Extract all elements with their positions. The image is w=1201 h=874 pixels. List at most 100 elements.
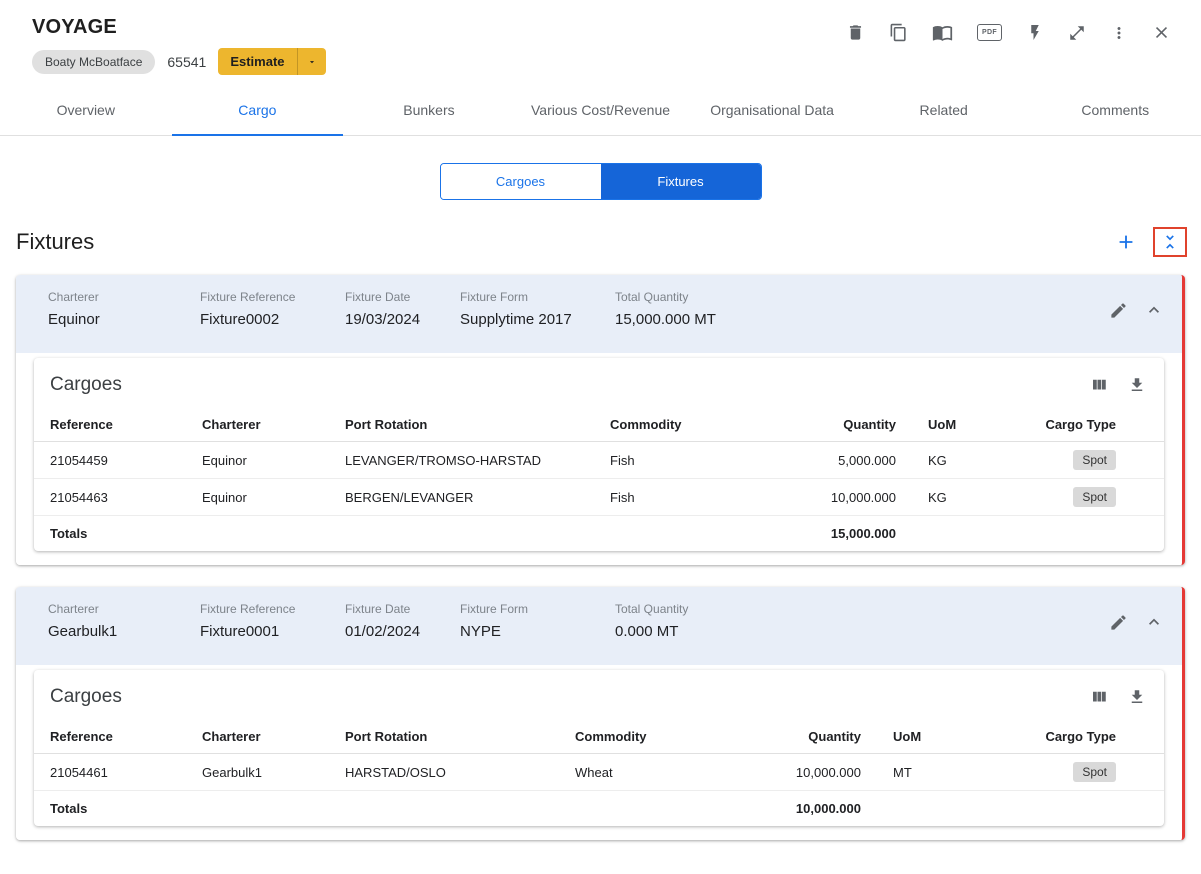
- totals-row: Totals 10,000.000: [34, 790, 1164, 826]
- totals-label: Totals: [34, 790, 186, 826]
- expand-icon[interactable]: [1068, 24, 1086, 42]
- fixture-field-date: Fixture Date 19/03/2024: [345, 290, 460, 328]
- close-icon[interactable]: [1152, 23, 1171, 42]
- total-quantity-value: 15,000.000 MT: [615, 311, 716, 328]
- cell-cargo-type: Spot: [1000, 478, 1164, 516]
- table-header-row: Reference Charterer Port Rotation Commod…: [34, 408, 1164, 442]
- col-commodity: Commodity: [594, 408, 794, 442]
- fixture-2-body: Cargoes Reference Charterer Port Rotatio…: [16, 665, 1182, 840]
- fixture-field-charterer: Charterer Equinor: [48, 290, 200, 328]
- add-fixture-icon[interactable]: [1115, 231, 1137, 253]
- col-commodity: Commodity: [559, 720, 759, 754]
- tab-overview[interactable]: Overview: [0, 87, 172, 135]
- col-port-rotation: Port Rotation: [329, 720, 559, 754]
- bolt-icon[interactable]: [1026, 23, 1044, 42]
- download-icon[interactable]: [1128, 688, 1146, 706]
- cargoes-title: Cargoes: [50, 374, 122, 395]
- fixture-date-value: 01/02/2024: [345, 623, 421, 640]
- cargo-type-badge: Spot: [1073, 450, 1116, 470]
- table-header-row: Reference Charterer Port Rotation Commod…: [34, 720, 1164, 754]
- col-reference: Reference: [34, 408, 186, 442]
- pdf-icon[interactable]: PDF: [977, 24, 1002, 41]
- fixture-form-value: NYPE: [460, 623, 501, 640]
- fixture-2-actions: [1109, 602, 1164, 632]
- table-row[interactable]: 21054459 Equinor LEVANGER/TROMSO-HARSTAD…: [34, 441, 1164, 479]
- totals-label: Totals: [34, 515, 186, 551]
- tab-comments[interactable]: Comments: [1029, 87, 1201, 135]
- cargoes-table-2: Reference Charterer Port Rotation Commod…: [34, 720, 1164, 826]
- delete-icon[interactable]: [846, 23, 865, 42]
- view-toggle: Cargoes Fixtures: [439, 163, 762, 200]
- fixture-1-body: Cargoes Reference Charterer Port Rotatio…: [16, 353, 1182, 565]
- fixture-card-1: Charterer Equinor Fixture Reference Fixt…: [16, 275, 1185, 565]
- col-cargo-type: Cargo Type: [1000, 408, 1164, 442]
- fixture-field-charterer: Charterer Gearbulk1: [48, 602, 200, 640]
- total-quantity-label: Total Quantity: [615, 602, 689, 616]
- cell-reference: 21054463: [34, 478, 186, 516]
- fixture-reference-value: Fixture0002: [200, 311, 280, 328]
- columns-icon[interactable]: [1090, 376, 1108, 394]
- chevron-down-icon[interactable]: [296, 48, 326, 75]
- more-options-icon[interactable]: [1110, 24, 1128, 42]
- tab-various-cost-revenue[interactable]: Various Cost/Revenue: [515, 87, 687, 135]
- cell-uom: MT: [877, 753, 965, 791]
- copy-icon[interactable]: [889, 23, 908, 42]
- cell-port-rotation: HARSTAD/OSLO: [329, 753, 559, 791]
- cargoes-card-1: Cargoes Reference Charterer Port Rotatio…: [34, 358, 1164, 551]
- cell-port-rotation: LEVANGER/TROMSO-HARSTAD: [329, 441, 594, 479]
- fixture-reference-label: Fixture Reference: [200, 290, 296, 304]
- tab-cargo[interactable]: Cargo: [171, 87, 344, 136]
- cell-commodity: Fish: [594, 441, 794, 479]
- cargoes-card-1-head: Cargoes: [34, 358, 1164, 408]
- totals-quantity: 10,000.000: [759, 790, 877, 826]
- charterer-label: Charterer: [48, 602, 99, 616]
- cell-charterer: Gearbulk1: [186, 753, 329, 791]
- view-toggle-wrap: Cargoes Fixtures: [0, 163, 1201, 200]
- columns-icon[interactable]: [1090, 688, 1108, 706]
- col-port-rotation: Port Rotation: [329, 408, 594, 442]
- chevron-up-icon[interactable]: [1144, 612, 1164, 632]
- book-icon[interactable]: [932, 22, 953, 43]
- fixture-field-date: Fixture Date 01/02/2024: [345, 602, 460, 640]
- cell-cargo-type: Spot: [1000, 441, 1164, 479]
- toggle-fixtures-button[interactable]: Fixtures: [600, 164, 761, 199]
- cargoes-card-2: Cargoes Reference Charterer Port Rotatio…: [34, 670, 1164, 826]
- chevron-up-icon[interactable]: [1144, 300, 1164, 320]
- download-icon[interactable]: [1128, 376, 1146, 394]
- fixture-field-form: Fixture Form NYPE: [460, 602, 615, 640]
- cell-commodity: Fish: [594, 478, 794, 516]
- edit-icon[interactable]: [1109, 301, 1128, 320]
- fixture-card-2: Charterer Gearbulk1 Fixture Reference Fi…: [16, 587, 1185, 840]
- col-uom: UoM: [877, 720, 965, 754]
- cell-quantity: 10,000.000: [794, 478, 912, 516]
- cell-quantity: 10,000.000: [759, 753, 877, 791]
- toggle-cargoes-button[interactable]: Cargoes: [440, 164, 601, 199]
- charterer-label: Charterer: [48, 290, 99, 304]
- table-row[interactable]: 21054461 Gearbulk1 HARSTAD/OSLO Wheat 10…: [34, 753, 1164, 791]
- vessel-chip[interactable]: Boaty McBoatface: [32, 49, 156, 74]
- tab-related[interactable]: Related: [858, 87, 1030, 135]
- cell-commodity: Wheat: [559, 753, 759, 791]
- pdf-icon-label: PDF: [977, 24, 1002, 41]
- col-quantity: Quantity: [794, 408, 912, 442]
- total-quantity-value: 0.000 MT: [615, 623, 679, 640]
- cell-reference: 21054461: [34, 753, 186, 791]
- fixture-reference-value: Fixture0001: [200, 623, 280, 640]
- fixture-1-actions: [1109, 290, 1164, 320]
- fixture-reference-label: Fixture Reference: [200, 602, 296, 616]
- cell-charterer: Equinor: [186, 441, 329, 479]
- cargoes-card-1-icons: [1090, 376, 1146, 394]
- cargo-type-badge: Spot: [1073, 762, 1116, 782]
- tab-bunkers[interactable]: Bunkers: [343, 87, 515, 135]
- collapse-all-icon[interactable]: [1153, 227, 1187, 257]
- fixture-form-label: Fixture Form: [460, 602, 529, 616]
- edit-icon[interactable]: [1109, 613, 1128, 632]
- totals-row: Totals 15,000.000: [34, 515, 1164, 551]
- fixture-form-label: Fixture Form: [460, 290, 529, 304]
- fixture-date-value: 19/03/2024: [345, 311, 421, 328]
- table-row[interactable]: 21054463 Equinor BERGEN/LEVANGER Fish 10…: [34, 478, 1164, 516]
- cell-charterer: Equinor: [186, 478, 329, 516]
- estimate-button[interactable]: Estimate: [218, 48, 326, 75]
- voyage-subrow: Boaty McBoatface 65541 Estimate: [32, 48, 1173, 75]
- tab-organisational-data[interactable]: Organisational Data: [686, 87, 858, 135]
